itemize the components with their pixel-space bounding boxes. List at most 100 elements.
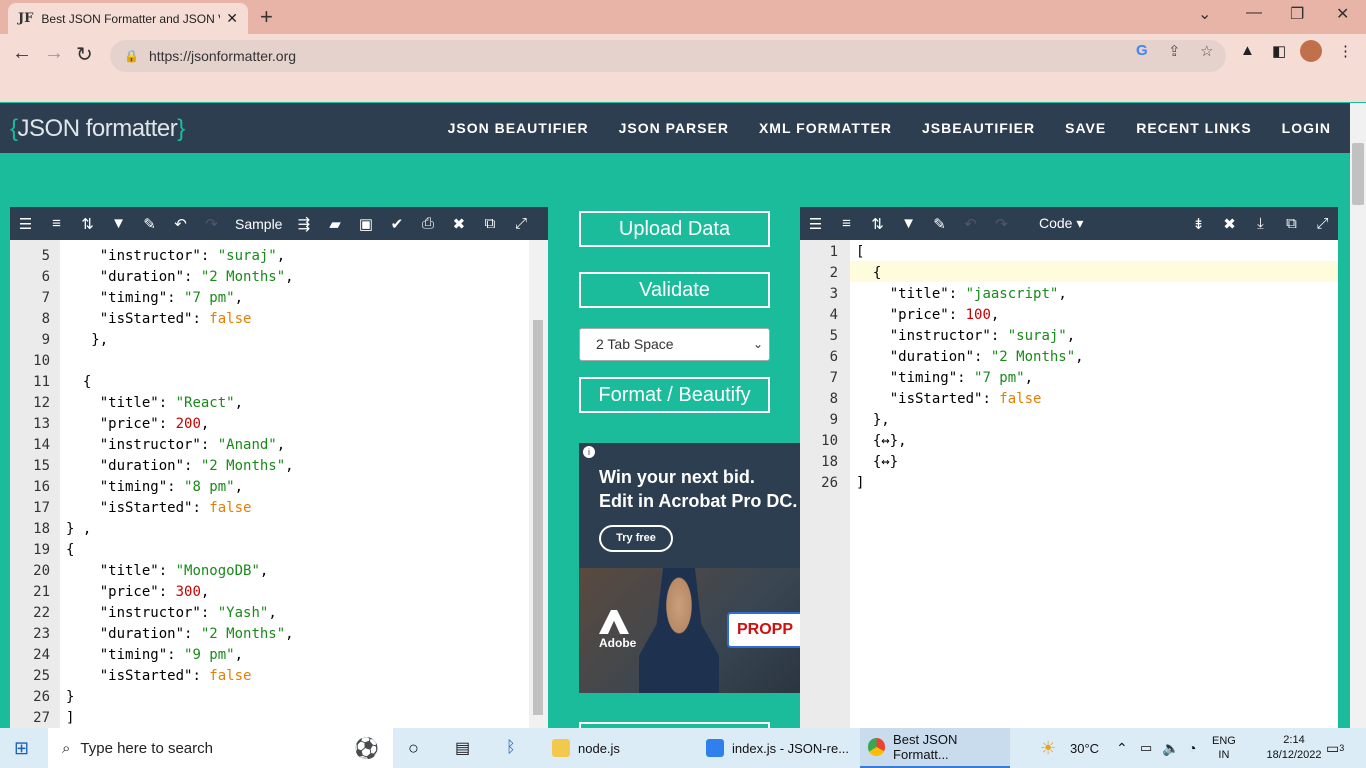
nav-jsbeautifier[interactable]: JSBEAUTIFIER: [922, 120, 1035, 136]
chevron-up-icon[interactable]: ⌃: [1116, 728, 1128, 768]
browser-tab[interactable]: JF Best JSON Formatter and JSON V ✕: [8, 3, 248, 34]
repair-wrench-icon[interactable]: ✎: [134, 215, 165, 233]
bookmark-star-icon[interactable]: ☆: [1200, 42, 1213, 60]
bluetooth-icon[interactable]: ᛒ: [506, 728, 516, 768]
ad-info-icon[interactable]: i: [583, 446, 595, 458]
compact-icon[interactable]: ≡: [41, 215, 72, 232]
download-icon[interactable]: ⤓: [1245, 215, 1276, 232]
fullscreen-icon[interactable]: ⤢: [505, 215, 536, 232]
main-nav: JSON BEAUTIFIER JSON PARSER XML FORMATTE…: [433, 103, 1346, 153]
line-number: 17: [33, 500, 50, 516]
page-scrollbar[interactable]: [1350, 103, 1366, 728]
open-folder-icon[interactable]: ▰: [319, 215, 350, 233]
profile-avatar[interactable]: [1300, 40, 1322, 62]
meet-now-icon[interactable]: ▭: [1140, 728, 1152, 768]
nav-xml-formatter[interactable]: XML FORMATTER: [759, 120, 892, 136]
line-number: 4: [829, 307, 838, 323]
format-icon[interactable]: ☰: [800, 215, 831, 233]
redo-icon[interactable]: ↷: [196, 215, 227, 233]
nav-json-beautifier[interactable]: JSON BEAUTIFIER: [448, 120, 589, 136]
copy-icon[interactable]: ⧉: [1276, 215, 1307, 232]
collapse-icon[interactable]: ⇟: [1183, 215, 1214, 233]
reload-icon[interactable]: ↻: [76, 42, 93, 67]
taskbar-app-chrome[interactable]: Best JSON Formatt...: [860, 728, 1010, 768]
line-number: 10: [33, 353, 50, 369]
nav-recent-links[interactable]: RECENT LINKS: [1136, 120, 1251, 136]
undo-icon[interactable]: ↶: [955, 215, 986, 233]
repair-wrench-icon[interactable]: ✎: [924, 215, 955, 233]
sort-icon[interactable]: ⇅: [862, 215, 893, 233]
usb-icon[interactable]: ⇶: [288, 215, 319, 233]
compact-icon[interactable]: ≡: [831, 215, 862, 232]
notification-icon[interactable]: ▭ 3: [1326, 728, 1344, 768]
close-tab-icon[interactable]: ✕: [226, 10, 238, 27]
taskbar-app-vscode[interactable]: index.js - JSON-re...: [706, 728, 858, 768]
output-editor[interactable]: ☰ ≡ ⇅ ▼ ✎ ↶ ↷ Code ▾ ⇟ ✖ ⤓ ⧉ ⤢ 1 [2 {3 "t…: [800, 207, 1338, 728]
line-number: 6: [829, 349, 838, 365]
page-scroll-thumb[interactable]: [1352, 143, 1364, 205]
widgets-icon[interactable]: ▤: [455, 728, 470, 768]
redo-icon[interactable]: ↷: [986, 215, 1017, 233]
lock-icon[interactable]: 🔒: [124, 49, 139, 63]
ad-image: PROPP Adobe: [579, 568, 800, 693]
share-icon[interactable]: ⇪: [1168, 42, 1181, 60]
clear-icon[interactable]: ✖: [1214, 215, 1245, 233]
taskbar-search-box[interactable]: ⌕ Type here to search ⚽: [48, 728, 393, 768]
new-tab-icon[interactable]: +: [260, 4, 273, 30]
input-scrollbar[interactable]: [529, 240, 548, 728]
try-free-button[interactable]: Try free: [599, 525, 673, 552]
undo-icon[interactable]: ↶: [165, 215, 196, 233]
google-icon[interactable]: G: [1136, 42, 1148, 59]
format-icon[interactable]: ☰: [10, 215, 41, 233]
language-indicator[interactable]: ENG IN: [1212, 728, 1236, 768]
line-number: 22: [33, 605, 50, 621]
validate-button[interactable]: Validate: [579, 272, 770, 308]
forward-icon[interactable]: →: [44, 42, 64, 65]
volume-icon[interactable]: 🔈: [1162, 728, 1179, 768]
upload-data-button[interactable]: Upload Data: [579, 211, 770, 247]
code-line: }: [66, 689, 75, 705]
advertisement[interactable]: i Win your next bid. Edit in Acrobat Pro…: [579, 443, 800, 693]
fullscreen-icon[interactable]: ⤢: [1307, 215, 1338, 232]
side-panel-icon[interactable]: ◧: [1272, 42, 1286, 60]
labs-flask-icon[interactable]: ▲: [1240, 42, 1255, 59]
close-window-icon[interactable]: ✕: [1336, 4, 1349, 24]
indent-select[interactable]: 2 Tab Space ⌄: [579, 328, 770, 361]
line-number: 15: [33, 458, 50, 474]
filter-icon[interactable]: ▼: [103, 215, 134, 232]
address-bar[interactable]: 🔒 https://jsonformatter.org: [110, 40, 1226, 72]
nav-json-parser[interactable]: JSON PARSER: [619, 120, 729, 136]
site-logo[interactable]: {JSON formatter}: [10, 115, 185, 143]
clear-icon[interactable]: ✖: [443, 215, 474, 233]
windows-start-icon[interactable]: ⊞: [14, 728, 29, 768]
wifi-icon[interactable]: ◔: [1188, 728, 1196, 768]
maximize-icon[interactable]: ❐: [1290, 4, 1304, 24]
nav-login[interactable]: LOGIN: [1282, 120, 1331, 136]
copy-icon[interactable]: ⧉: [474, 215, 505, 232]
minimize-icon[interactable]: —: [1246, 4, 1262, 22]
menu-kebab-icon[interactable]: ⋮: [1338, 42, 1353, 60]
taskbar-app-explorer[interactable]: node.js: [552, 728, 692, 768]
sort-icon[interactable]: ⇅: [72, 215, 103, 233]
line-number: 5: [41, 248, 50, 264]
filter-icon[interactable]: ▼: [893, 215, 924, 232]
validate-check-icon[interactable]: ✔: [381, 215, 412, 233]
format-beautify-button[interactable]: Format / Beautify: [579, 377, 770, 413]
person-photo: [639, 568, 719, 693]
save-disk-icon[interactable]: ▣: [350, 215, 381, 233]
code-line: ]: [856, 475, 865, 491]
task-view-icon[interactable]: ○: [408, 728, 419, 768]
view-mode-select[interactable]: Code ▾: [1039, 215, 1083, 232]
sample-button[interactable]: Sample: [235, 216, 282, 232]
tab-search-chevron-icon[interactable]: ⌄: [1198, 4, 1211, 24]
code-line: "price": 300,: [99, 584, 210, 600]
input-scroll-thumb[interactable]: [533, 320, 543, 715]
back-icon[interactable]: ←: [12, 42, 32, 65]
weather-icon[interactable]: ☀: [1040, 728, 1056, 768]
input-editor[interactable]: ☰ ≡ ⇅ ▼ ✎ ↶ ↷ Sample ⇶ ▰ ▣ ✔ ⎙ ✖ ⧉ ⤢ 5 "…: [10, 207, 548, 728]
nav-save[interactable]: SAVE: [1065, 120, 1106, 136]
code-line: "duration": "2 Months",: [99, 626, 294, 642]
clock[interactable]: 2:14 18/12/2022: [1262, 728, 1326, 768]
print-icon[interactable]: ⎙: [412, 215, 443, 232]
weather-temp[interactable]: 30°C: [1070, 728, 1099, 768]
